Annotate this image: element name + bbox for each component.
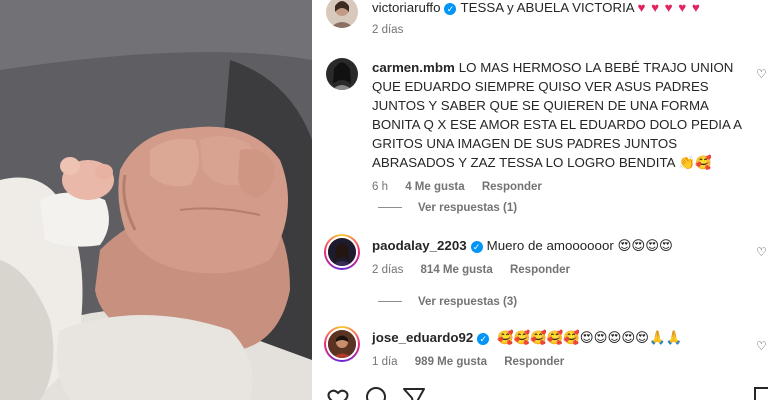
heart-outline-icon[interactable] (326, 386, 350, 400)
comment-body: jose_eduardo92 ✓ 🥰🥰🥰🥰🥰😍😍😍😍😍🙏🙏 1 día 989 M… (372, 328, 750, 369)
comment-emojis: 🥰🥰🥰🥰🥰😍😍😍😍😍🙏🙏 (496, 330, 683, 345)
divider (378, 207, 402, 208)
comment-body: paodalay_2203 ✓ Muero de amoooooor 😍😍😍😍 2 … (372, 236, 750, 277)
comment-time[interactable]: 6 h (372, 181, 388, 193)
comment-user[interactable]: jose_eduardo92 (372, 330, 473, 345)
share-plane-icon[interactable] (402, 386, 426, 400)
verified-badge-icon: ✓ (470, 241, 483, 253)
view-replies-label: Ver respuestas (1) (418, 202, 518, 214)
comment-bubble-icon[interactable] (364, 386, 388, 400)
story-ring[interactable] (324, 326, 360, 362)
reply-button[interactable]: Responder (482, 181, 542, 193)
comment-time[interactable]: 1 día (372, 356, 398, 368)
comment-body: carmen.mbm LO MAS HERMOSO LA BEBÉ TRAJO U… (372, 58, 750, 194)
comment-emojis: 😍😍😍😍 (617, 238, 673, 253)
view-replies-button[interactable]: Ver respuestas (1) (378, 202, 517, 214)
view-replies-button[interactable]: Ver respuestas (3) (378, 296, 517, 308)
post-author[interactable]: victoriaruffo (372, 0, 440, 15)
comment-user[interactable]: paodalay_2203 (372, 238, 467, 253)
verified-badge-icon: ✓ (444, 3, 457, 15)
reply-button[interactable]: Responder (504, 356, 564, 368)
view-replies-label: Ver respuestas (3) (418, 296, 518, 308)
reply-button[interactable]: Responder (510, 264, 570, 276)
avatar[interactable] (326, 0, 358, 28)
post-photo (0, 0, 312, 400)
like-heart-icon[interactable]: ♡ (756, 340, 768, 352)
comment-likes[interactable]: 4 Me gusta (405, 181, 464, 193)
photo-illustration (0, 0, 312, 400)
caption-hearts: ♥ ♥ ♥ ♥ ♥ (637, 0, 701, 15)
verified-badge-icon: ✓ (477, 333, 490, 345)
caption-time[interactable]: 2 días (372, 24, 403, 36)
avatar[interactable] (326, 58, 358, 90)
comments-panel: victoriaruffo ✓ TESSA y ABUELA VICTORIA ♥ … (312, 0, 768, 400)
comment-time[interactable]: 2 días (372, 264, 403, 276)
comment-text: LO MAS HERMOSO LA BEBÉ TRAJO UNION QUE E… (372, 60, 742, 170)
bookmark-icon[interactable] (750, 386, 768, 400)
like-heart-icon[interactable]: ♡ (756, 246, 768, 258)
divider (378, 301, 402, 302)
like-heart-icon[interactable]: ♡ (756, 68, 768, 80)
caption-text: TESSA y ABUELA VICTORIA (460, 0, 634, 15)
comment-likes[interactable]: 814 Me gusta (421, 264, 493, 276)
comment-likes[interactable]: 989 Me gusta (415, 356, 487, 368)
caption-body: victoriaruffo ✓ TESSA y ABUELA VICTORIA ♥ … (372, 0, 750, 37)
comment-emojis: 👏🥰 (678, 155, 712, 170)
story-ring[interactable] (324, 234, 360, 270)
comment-text: Muero de amoooooor (486, 238, 614, 253)
comment-user[interactable]: carmen.mbm (372, 60, 455, 75)
